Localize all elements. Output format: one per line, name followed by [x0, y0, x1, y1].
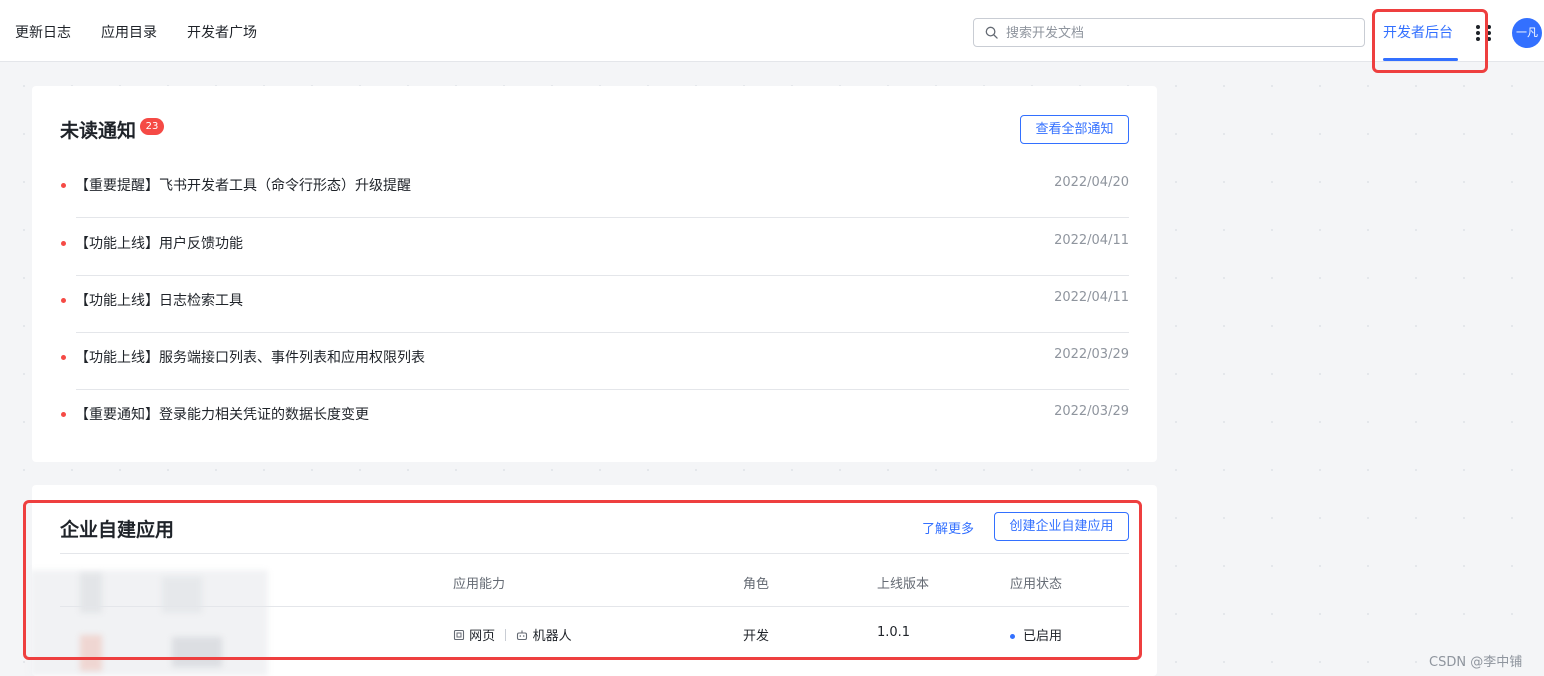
- search-box[interactable]: [973, 18, 1365, 47]
- watermark: CSDN @李中铺: [1429, 655, 1523, 670]
- table-row[interactable]: 网页 机器人 开发 1.0.1 已启用: [32, 606, 1157, 661]
- nav-link-changelog[interactable]: 更新日志: [15, 22, 71, 42]
- unread-dot: [61, 355, 66, 360]
- search-input[interactable]: [1006, 23, 1356, 43]
- unread-dot: [61, 241, 66, 246]
- notification-date: 2022/03/29: [1054, 404, 1129, 419]
- list-item[interactable]: 【功能上线】服务端接口列表、事件列表和应用权限列表 2022/03/29: [32, 333, 1157, 390]
- unread-dot: [61, 412, 66, 417]
- robot-icon: [517, 630, 528, 641]
- status-cell: 已启用: [1010, 625, 1062, 644]
- search-icon: [985, 26, 998, 39]
- more-vertical-icon[interactable]: [1476, 24, 1482, 42]
- view-all-notifications-button[interactable]: 查看全部通知: [1020, 115, 1129, 144]
- list-item[interactable]: 【重要提醒】飞书开发者工具（命令行形态）升级提醒 2022/04/20: [32, 161, 1157, 218]
- capability-bot-label: 机器人: [532, 629, 572, 644]
- status-dot: [1010, 634, 1015, 639]
- notifications-title: 未读通知: [60, 120, 137, 142]
- notification-date: 2022/04/11: [1054, 233, 1129, 248]
- version-cell: 1.0.1: [877, 625, 911, 640]
- notification-text[interactable]: 【重要通知】登录能力相关凭证的数据长度变更: [75, 404, 369, 424]
- status-label: 已启用: [1023, 629, 1063, 644]
- list-item[interactable]: 【重要通知】登录能力相关凭证的数据长度变更 2022/03/29: [32, 390, 1157, 447]
- notification-date: 2022/04/11: [1054, 290, 1129, 305]
- notification-date: 2022/03/29: [1054, 347, 1129, 362]
- learn-more-link[interactable]: 了解更多: [922, 518, 974, 537]
- notifications-card: 未读通知 23 查看全部通知 【重要提醒】飞书开发者工具（命令行形态）升级提醒 …: [32, 86, 1157, 462]
- more-vertical-icon-secondary: [1487, 24, 1493, 42]
- capability-cell: 网页 机器人: [453, 625, 572, 644]
- divider: [76, 217, 1129, 218]
- webpage-icon: [453, 629, 465, 641]
- divider: [60, 553, 1129, 554]
- separator: [505, 629, 507, 641]
- notification-text[interactable]: 【功能上线】日志检索工具: [75, 290, 243, 310]
- create-app-button[interactable]: 创建企业自建应用: [994, 512, 1129, 541]
- unread-dot: [61, 298, 66, 303]
- unread-dot: [61, 183, 66, 188]
- column-header-capability: 应用能力: [453, 577, 506, 592]
- top-nav-bar: 更新日志 应用目录 开发者广场 开发者后台 一凡: [0, 0, 1544, 62]
- column-header-role: 角色: [743, 577, 770, 592]
- notification-date: 2022/04/20: [1054, 175, 1129, 190]
- column-header-version: 上线版本: [877, 577, 930, 592]
- list-item[interactable]: 【功能上线】用户反馈功能 2022/04/11: [32, 219, 1157, 276]
- unread-count-badge: 23: [140, 118, 164, 135]
- notification-text[interactable]: 【功能上线】用户反馈功能: [75, 233, 243, 253]
- notification-text[interactable]: 【功能上线】服务端接口列表、事件列表和应用权限列表: [75, 347, 425, 367]
- role-cell: 开发: [743, 629, 770, 644]
- list-item[interactable]: 【功能上线】日志检索工具 2022/04/11: [32, 276, 1157, 333]
- enterprise-apps-title: 企业自建应用: [60, 519, 175, 541]
- active-tab-indicator: [1383, 58, 1458, 61]
- enterprise-apps-card: 企业自建应用 了解更多 创建企业自建应用 应用能力 角色 上线版本 应用状态 网…: [30, 485, 1157, 676]
- notification-text[interactable]: 【重要提醒】飞书开发者工具（命令行形态）升级提醒: [75, 175, 411, 195]
- nav-link-developer-square[interactable]: 开发者广场: [187, 22, 257, 42]
- tab-developer-console[interactable]: 开发者后台: [1383, 22, 1453, 42]
- capability-web-label: 网页: [469, 629, 496, 644]
- nav-link-app-directory[interactable]: 应用目录: [101, 22, 157, 42]
- avatar[interactable]: 一凡: [1512, 18, 1542, 48]
- column-header-status: 应用状态: [1010, 577, 1063, 592]
